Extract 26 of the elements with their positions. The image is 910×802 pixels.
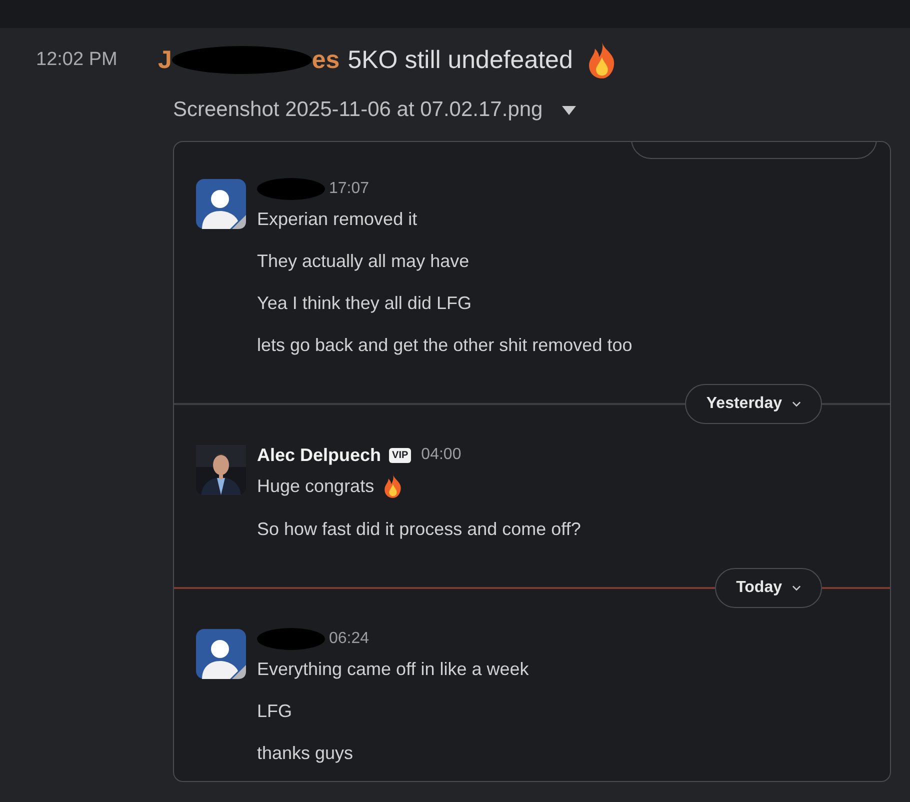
chevron-icon[interactable] [792,585,801,591]
message-text: They actually all may have [257,250,470,273]
message-text: lets go back and get the other shit removed too [257,334,632,357]
message-text: 5KO still undefeated [348,46,573,74]
sender-name[interactable]: Alec Delpuech [257,444,382,466]
date-pill[interactable]: Yesterday [685,384,822,424]
avatar-icon[interactable] [196,629,246,679]
message-text: LFG [257,700,292,723]
date-pill[interactable]: Today [715,568,822,608]
message-text: thanks guys [257,742,354,765]
caret-icon[interactable] [560,104,577,116]
message-time: 12:02 PM [36,48,118,72]
vip-badge: VIP [389,448,412,462]
sender-name-start[interactable]: J [158,46,172,74]
message-text: So how fast did it process and come off? [257,518,581,541]
message-time[interactable]: 06:24 [329,630,370,648]
message-text: Yea I think they all did LFG [257,292,472,315]
sender-name-end[interactable]: es [312,46,340,74]
chevron-icon[interactable] [792,401,801,407]
message-time[interactable]: 04:00 [421,446,462,464]
message-time[interactable]: 17:07 [329,180,370,198]
file-name[interactable]: Screenshot 2025-11-06 at 07.02.17.png [173,98,543,122]
message-text: Huge congrats [257,475,374,498]
message-text: Everything came off in like a week [257,658,529,681]
avatar-icon[interactable] [196,179,246,229]
message-text: Experian removed it [257,208,418,231]
